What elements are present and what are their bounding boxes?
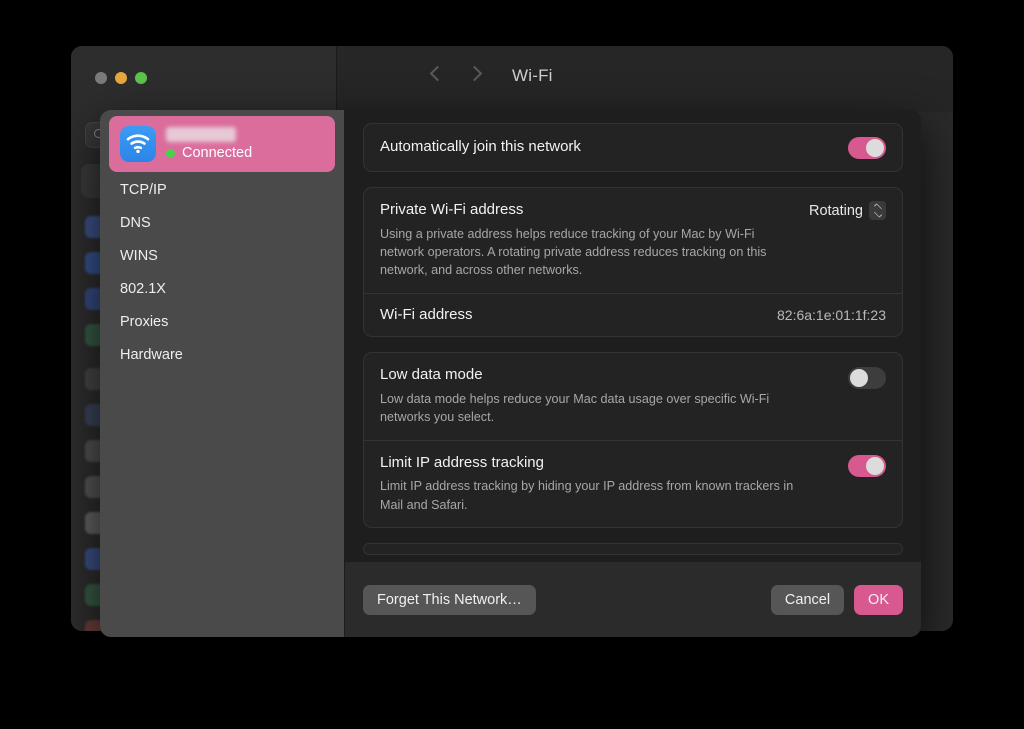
sheet-sidebar: Connected TCP/IP DNS WINS 802.1X Proxies…: [100, 110, 345, 637]
setting-description: Using a private address helps reduce tra…: [380, 226, 767, 278]
toggle-knob: [866, 456, 884, 475]
close-button[interactable]: [95, 72, 107, 84]
setting-label: Automatically join this network: [380, 138, 581, 156]
setting-label: Low data mode: [380, 366, 483, 384]
settings-group-private-address: Private Wi-Fi address Using a private ad…: [363, 187, 903, 338]
sidebar-item-8021x[interactable]: 802.1X: [100, 274, 344, 304]
network-status-label: Connected: [182, 145, 253, 161]
sidebar-item-label: TCP/IP: [120, 182, 167, 198]
auto-join-toggle[interactable]: [848, 137, 886, 159]
navigation-arrows: [429, 65, 483, 82]
sidebar-item-label: DNS: [120, 215, 151, 231]
cancel-button[interactable]: Cancel: [770, 584, 845, 615]
settings-group-clipped: [363, 542, 903, 555]
sheet-footer: Forget This Network… Cancel OK: [345, 562, 921, 637]
setting-row-auto-join[interactable]: Automatically join this network: [364, 124, 902, 171]
sheet-main: Automatically join this network Private …: [345, 110, 921, 637]
row-text: Private Wi-Fi address Using a private ad…: [380, 201, 795, 280]
settings-group-data-privacy: Low data mode Low data mode helps reduce…: [363, 352, 903, 528]
toggle-knob: [850, 369, 868, 388]
sidebar-item-label: 802.1X: [120, 281, 166, 297]
low-data-mode-toggle[interactable]: [848, 367, 886, 390]
window-toolbar: Wi-Fi: [336, 46, 953, 112]
ok-button[interactable]: OK: [854, 584, 903, 615]
sidebar-item-network[interactable]: Connected: [109, 116, 335, 172]
maximize-button[interactable]: [135, 72, 147, 84]
network-meta: Connected: [166, 127, 252, 161]
wifi-network-settings-sheet: Connected TCP/IP DNS WINS 802.1X Proxies…: [100, 110, 921, 637]
setting-description: Low data mode helps reduce your Mac data…: [380, 392, 770, 425]
minimize-button[interactable]: [115, 72, 127, 84]
setting-label: Private Wi-Fi address: [380, 201, 524, 218]
sidebar-item-label: Proxies: [120, 314, 169, 330]
sidebar-item-label: Hardware: [120, 347, 183, 363]
limit-ip-tracking-toggle[interactable]: [848, 454, 886, 477]
sidebar-item-hardware[interactable]: Hardware: [100, 340, 344, 370]
row-text: Low data mode Low data mode helps reduce…: [380, 366, 834, 426]
private-address-value: Rotating: [808, 202, 863, 219]
chevron-up-down-icon[interactable]: [869, 201, 886, 220]
setting-row-low-data-mode[interactable]: Low data mode Low data mode helps reduce…: [364, 353, 902, 439]
sidebar-item-dns[interactable]: DNS: [100, 208, 344, 238]
network-status: Connected: [166, 145, 252, 161]
network-ssid-redacted: [166, 127, 236, 142]
settings-scroll-area[interactable]: Automatically join this network Private …: [345, 110, 921, 562]
row-text: Wi-Fi address: [380, 306, 763, 325]
toggle-knob: [866, 139, 884, 157]
setting-label: Limit IP address tracking: [380, 453, 544, 471]
wifi-mac-address-value: 82:6a:1e:01:1f:23: [777, 307, 886, 324]
page-title: Wi-Fi: [512, 66, 553, 85]
setting-row-private-wifi-address[interactable]: Private Wi-Fi address Using a private ad…: [364, 188, 902, 293]
sidebar-item-tcpip[interactable]: TCP/IP: [100, 175, 344, 205]
setting-row-wifi-address: Wi-Fi address 82:6a:1e:01:1f:23: [364, 292, 902, 337]
chevron-right-icon[interactable]: [466, 65, 483, 82]
row-text: Automatically join this network: [380, 138, 834, 157]
setting-label: Wi-Fi address: [380, 305, 473, 323]
setting-description: Limit IP address tracking by hiding your…: [380, 479, 794, 512]
row-text: Limit IP address tracking Limit IP addre…: [380, 454, 834, 514]
wifi-icon: [120, 126, 156, 162]
forget-network-button[interactable]: Forget This Network…: [363, 584, 536, 615]
sidebar-item-label: WINS: [120, 248, 158, 264]
traffic-lights: [95, 72, 147, 84]
window-titlebar: [71, 46, 336, 112]
status-dot-icon: [166, 148, 175, 158]
chevron-left-icon[interactable]: [429, 65, 446, 82]
setting-row-limit-ip-tracking[interactable]: Limit IP address tracking Limit IP addre…: [364, 439, 902, 527]
sidebar-item-proxies[interactable]: Proxies: [100, 307, 344, 337]
sidebar-item-wins[interactable]: WINS: [100, 241, 344, 271]
settings-group-auto-join: Automatically join this network: [363, 123, 903, 172]
private-address-popup-button[interactable]: Rotating: [809, 201, 886, 220]
